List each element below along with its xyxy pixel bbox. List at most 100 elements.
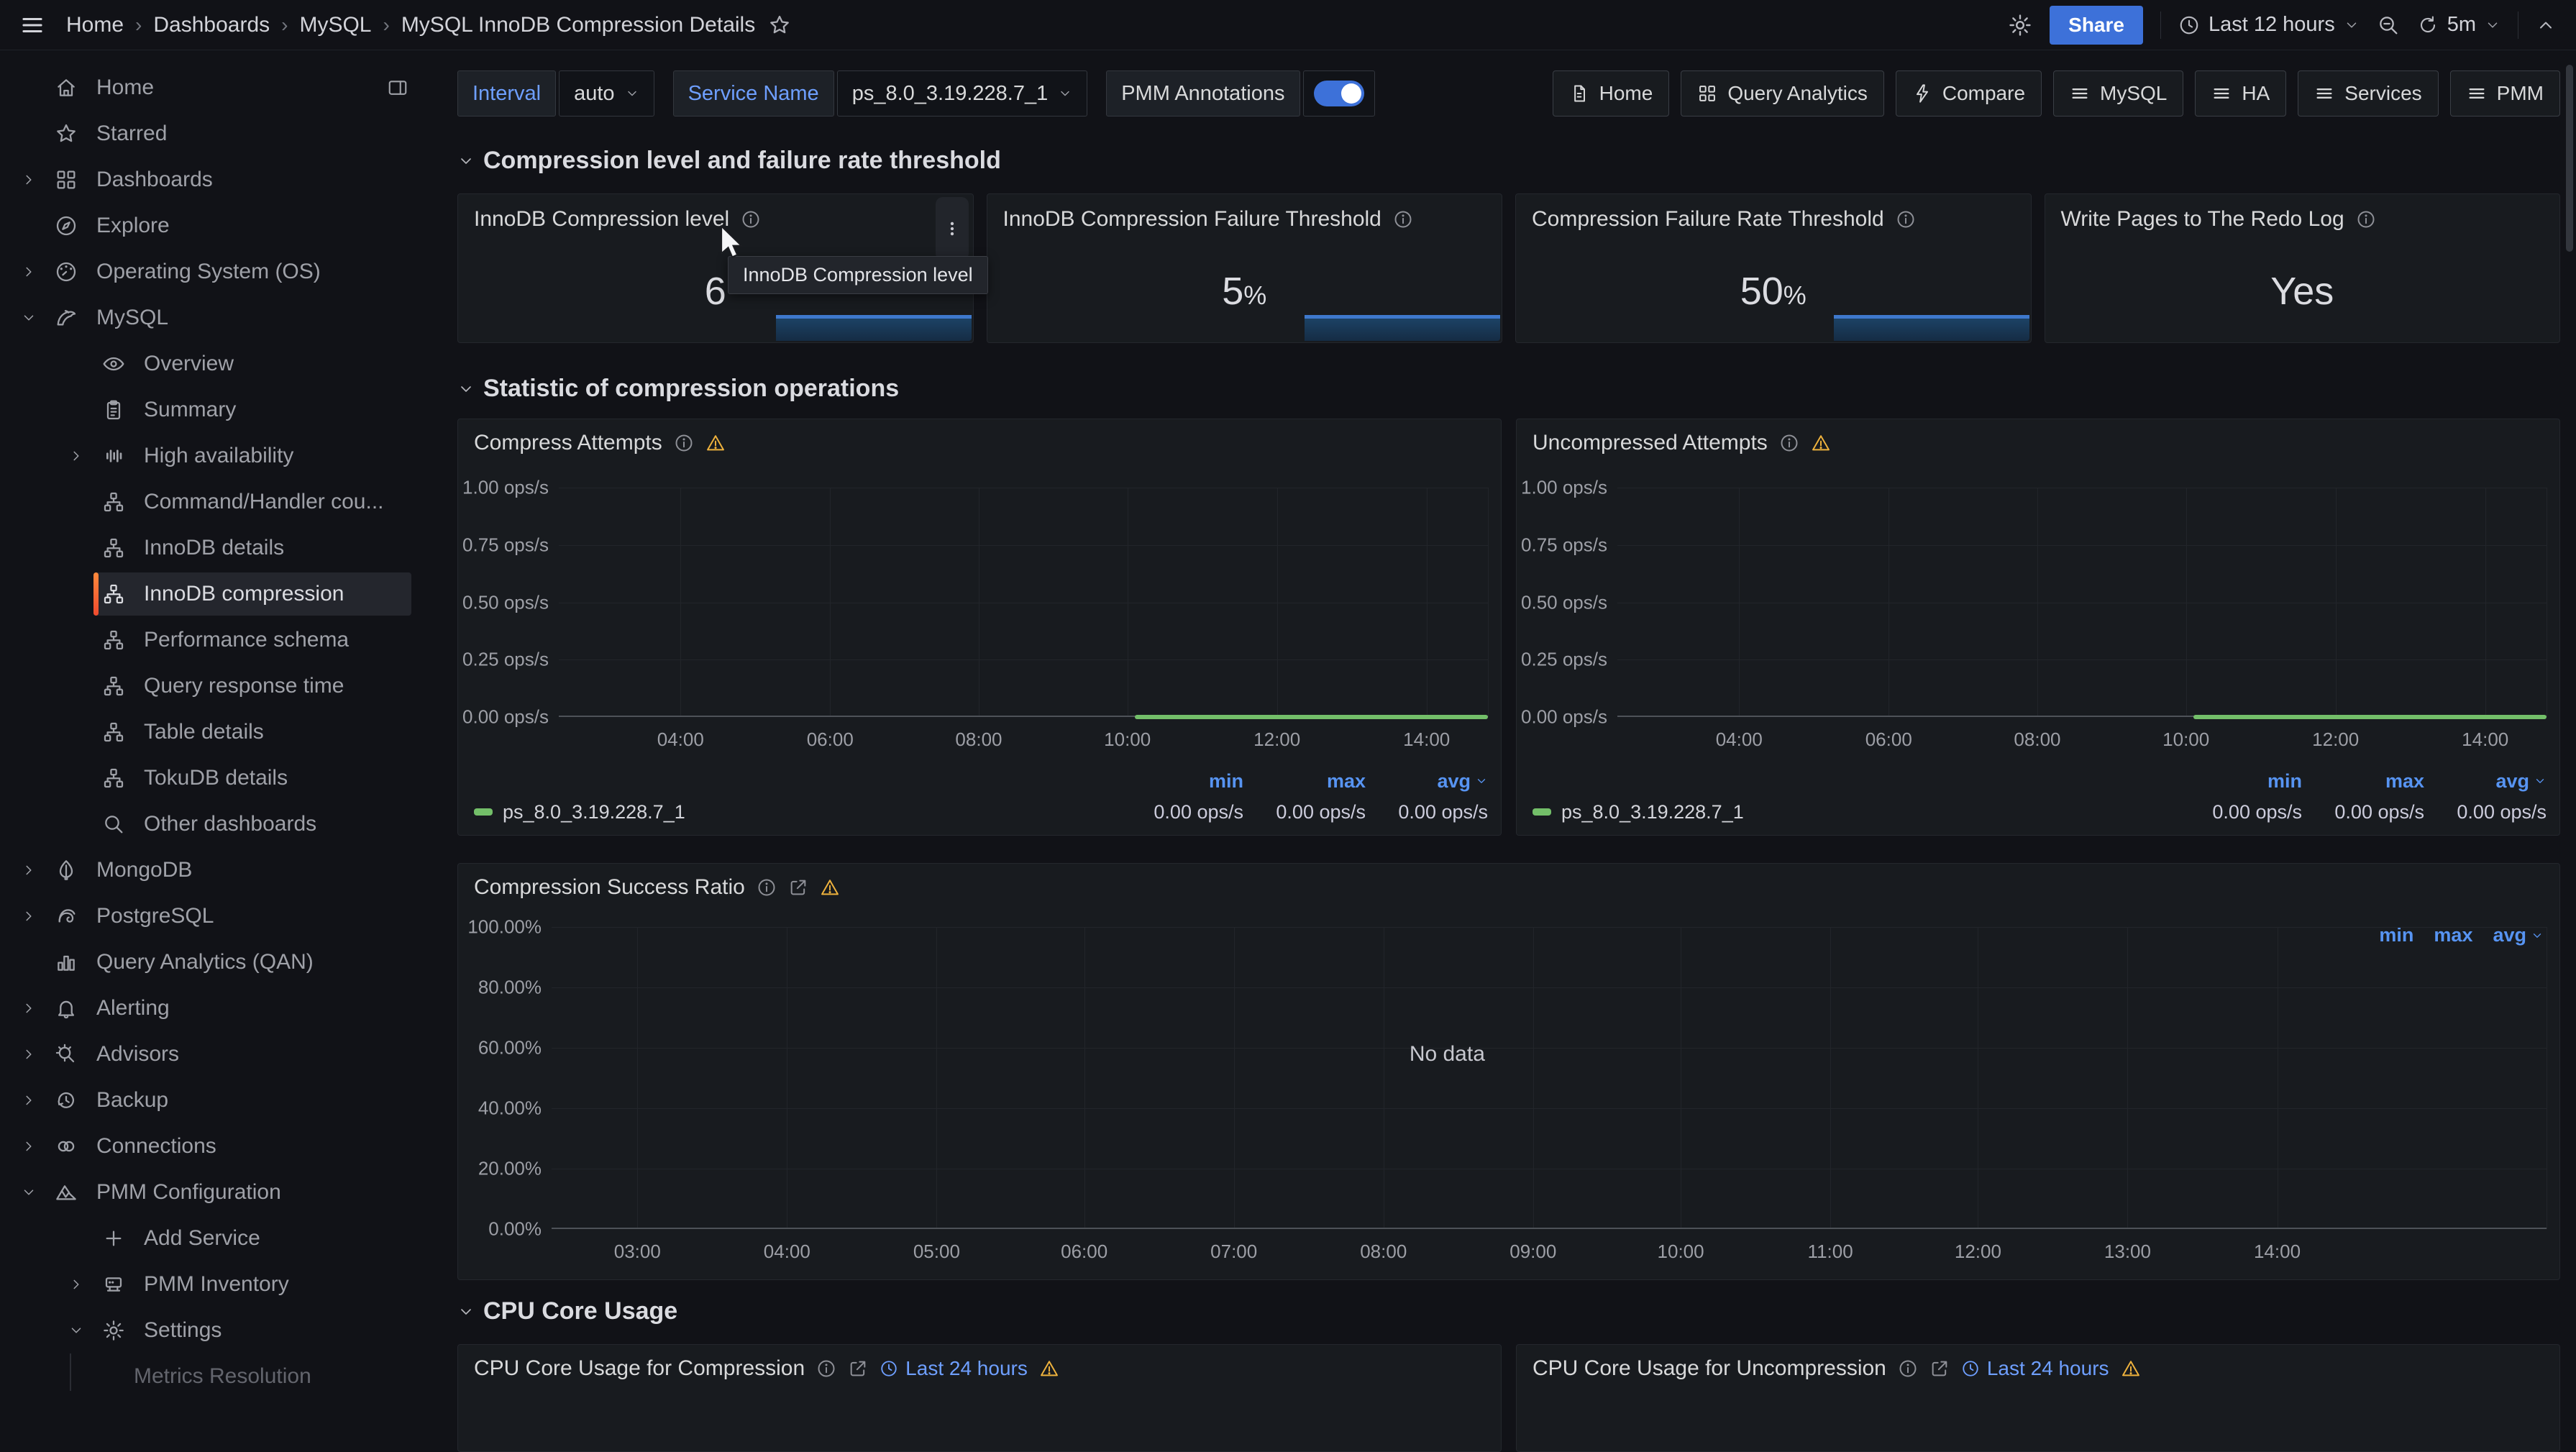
- mysql-link-button[interactable]: MySQL: [2053, 70, 2183, 117]
- ha-link-button[interactable]: HA: [2195, 70, 2286, 117]
- breadcrumb-home[interactable]: Home: [66, 13, 124, 37]
- legend-sort-avg[interactable]: avg: [2424, 770, 2547, 793]
- sidebar-item-mysql-high-availability[interactable]: High availability: [0, 433, 437, 479]
- sidebar-item-mysql-tokudb-details[interactable]: TokuDB details: [0, 755, 437, 801]
- sidebar-item-mysql[interactable]: MySQL: [0, 295, 437, 341]
- sidebar-item-advisors[interactable]: Advisors: [0, 1031, 437, 1077]
- chevron-right-icon: [21, 172, 37, 188]
- sidebar-item-mysql-summary[interactable]: Summary: [0, 387, 437, 433]
- legend-sort-min[interactable]: min: [2180, 770, 2302, 793]
- section-statistic-compression-operations[interactable]: Statistic of compression operations: [457, 375, 2560, 403]
- interval-label[interactable]: Interval: [457, 70, 556, 117]
- panel-time-range[interactable]: Last 24 hours: [1961, 1357, 2109, 1380]
- share-button[interactable]: Share: [2050, 6, 2143, 45]
- info-icon[interactable]: [1896, 209, 1916, 229]
- panel-title[interactable]: InnoDB Compression level: [474, 207, 729, 232]
- panel-time-range[interactable]: Last 24 hours: [880, 1357, 1028, 1380]
- dock-sidebar-icon[interactable]: [387, 77, 408, 99]
- info-icon[interactable]: [1898, 1359, 1918, 1379]
- info-icon[interactable]: [1393, 209, 1413, 229]
- warning-icon[interactable]: [1039, 1359, 1059, 1379]
- breadcrumb-dashboards[interactable]: Dashboards: [153, 13, 270, 37]
- section-compression-thresholds[interactable]: Compression level and failure rate thres…: [457, 147, 2560, 175]
- dashboard-settings-gear-icon[interactable]: [2008, 13, 2032, 37]
- warning-icon[interactable]: [2121, 1359, 2141, 1379]
- compare-link-button[interactable]: Compare: [1896, 70, 2042, 117]
- zoom-out-icon[interactable]: [2377, 14, 2400, 37]
- refresh-picker[interactable]: 5m: [2417, 13, 2500, 37]
- sidebar-item-mongodb[interactable]: MongoDB: [0, 847, 437, 893]
- panel-title[interactable]: CPU Core Usage for Uncompression: [1533, 1356, 1886, 1381]
- service-name-label[interactable]: Service Name: [673, 70, 834, 117]
- sidebar-item-mysql-innodb-compression[interactable]: InnoDB compression: [0, 571, 437, 617]
- sidebar-item-mysql-overview[interactable]: Overview: [0, 341, 437, 387]
- sidebar-item-mysql-command-handler-counters[interactable]: Command/Handler cou...: [0, 479, 437, 525]
- panel-menu-button[interactable]: [936, 197, 969, 260]
- panel-title[interactable]: Write Pages to The Redo Log: [2061, 207, 2344, 232]
- sidebar-item-operating-system[interactable]: Operating System (OS): [0, 249, 437, 295]
- sidebar-item-mysql-other-dashboards[interactable]: Other dashboards: [0, 801, 437, 847]
- legend-sort-min[interactable]: min: [1121, 770, 1243, 793]
- sidebar-item-mysql-query-response-time[interactable]: Query response time: [0, 663, 437, 709]
- sidebar-item-mysql-innodb-details[interactable]: InnoDB details: [0, 525, 437, 571]
- favorite-star-button[interactable]: [768, 14, 791, 37]
- info-icon[interactable]: [674, 433, 694, 453]
- plot-area[interactable]: 1.00 ops/s 0.75 ops/s 0.50 ops/s 0.25 op…: [559, 488, 1488, 717]
- sidebar-item-alerting[interactable]: Alerting: [0, 985, 437, 1031]
- sidebar-item-dashboards[interactable]: Dashboards: [0, 157, 437, 203]
- sidebar-item-explore[interactable]: Explore: [0, 203, 437, 249]
- warning-icon[interactable]: [1811, 433, 1831, 453]
- plot-area[interactable]: 1.00 ops/s 0.75 ops/s 0.50 ops/s 0.25 op…: [1617, 488, 2547, 717]
- menu-icon[interactable]: [20, 13, 45, 37]
- external-link-icon[interactable]: [848, 1359, 868, 1379]
- sidebar-item-query-analytics[interactable]: Query Analytics (QAN): [0, 939, 437, 985]
- series-name[interactable]: ps_8.0_3.19.228.7_1: [1561, 801, 1744, 823]
- plot-area[interactable]: 100.00% 80.00% 60.00% 40.00% 20.00% 0.00…: [552, 927, 2547, 1229]
- info-icon[interactable]: [757, 877, 777, 898]
- services-link-button[interactable]: Services: [2298, 70, 2438, 117]
- service-name-dropdown[interactable]: ps_8.0_3.19.228.7_1: [837, 70, 1088, 117]
- warning-icon[interactable]: [820, 877, 840, 898]
- legend-sort-max[interactable]: max: [2302, 770, 2424, 793]
- chart-panel-compression-success-ratio: Compression Success Ratio min max avg 10…: [457, 863, 2560, 1280]
- sidebar-item-settings[interactable]: Settings: [0, 1307, 437, 1353]
- info-icon[interactable]: [816, 1359, 836, 1379]
- pmm-annotations-toggle[interactable]: [1303, 70, 1375, 117]
- interval-dropdown[interactable]: auto: [559, 70, 654, 117]
- sidebar-item-postgresql[interactable]: PostgreSQL: [0, 893, 437, 939]
- equalizer-icon: [102, 444, 125, 467]
- external-link-icon[interactable]: [1929, 1359, 1950, 1379]
- panel-title[interactable]: InnoDB Compression Failure Threshold: [1003, 207, 1381, 232]
- sidebar-item-mysql-performance-schema[interactable]: Performance schema: [0, 617, 437, 663]
- section-cpu-core-usage[interactable]: CPU Core Usage: [457, 1297, 2560, 1325]
- sidebar-item-starred[interactable]: Starred: [0, 111, 437, 157]
- time-range-picker[interactable]: Last 12 hours: [2178, 13, 2360, 37]
- home-link-button[interactable]: Home: [1553, 70, 1670, 117]
- info-icon[interactable]: [1779, 433, 1799, 453]
- legend-sort-max[interactable]: max: [1243, 770, 1366, 793]
- query-analytics-link-button[interactable]: Query Analytics: [1681, 70, 1884, 117]
- sidebar-item-pmm-inventory[interactable]: PMM Inventory: [0, 1261, 437, 1307]
- warning-icon[interactable]: [705, 433, 726, 453]
- external-link-icon[interactable]: [788, 877, 808, 898]
- sidebar-item-add-service[interactable]: Add Service: [0, 1215, 437, 1261]
- legend-sort-avg[interactable]: avg: [1366, 770, 1488, 793]
- breadcrumb-mysql[interactable]: MySQL: [299, 13, 371, 37]
- sidebar-item-mysql-table-details[interactable]: Table details: [0, 709, 437, 755]
- sidebar-item-home[interactable]: Home: [0, 65, 437, 111]
- sidebar-item-metrics-resolution[interactable]: Metrics Resolution: [0, 1353, 437, 1391]
- panel-title[interactable]: CPU Core Usage for Compression: [474, 1356, 805, 1381]
- panel-title[interactable]: Uncompressed Attempts: [1533, 431, 1768, 455]
- sidebar-item-backup[interactable]: Backup: [0, 1077, 437, 1123]
- panel-title[interactable]: Compression Failure Rate Threshold: [1532, 207, 1884, 232]
- info-icon[interactable]: [2356, 209, 2376, 229]
- series-name[interactable]: ps_8.0_3.19.228.7_1: [503, 801, 685, 823]
- scrollbar-thumb[interactable]: [2566, 65, 2573, 252]
- collapse-toolbar-chevron-up-icon[interactable]: [2536, 15, 2556, 35]
- panel-title[interactable]: Compress Attempts: [474, 431, 662, 455]
- sidebar-item-connections[interactable]: Connections: [0, 1123, 437, 1169]
- sidebar-item-pmm-configuration[interactable]: PMM Configuration: [0, 1169, 437, 1215]
- panel-title[interactable]: Compression Success Ratio: [474, 875, 745, 900]
- chevron-down-icon: [625, 86, 639, 101]
- pmm-link-button[interactable]: PMM: [2450, 70, 2560, 117]
